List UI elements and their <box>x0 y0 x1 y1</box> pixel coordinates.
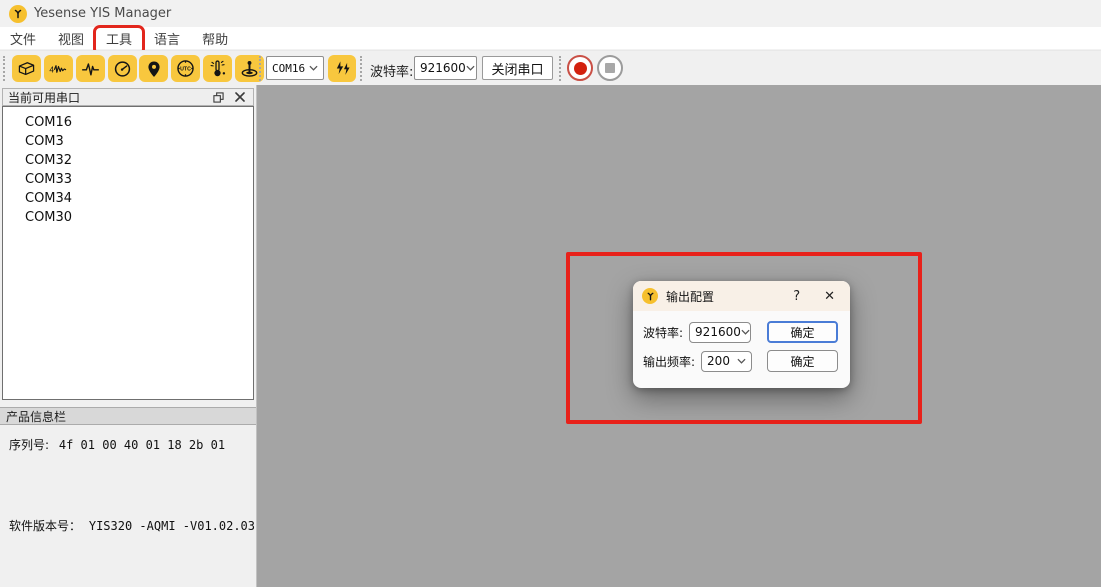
ports-panel-header: 当前可用串口 <box>2 88 254 106</box>
com-port-select[interactable]: COM16 <box>266 56 324 80</box>
waveform-pulse-icon[interactable] <box>76 55 105 82</box>
dialog-frequency-value: 200 <box>707 354 730 368</box>
list-item-com-port[interactable]: COM3 <box>3 132 253 151</box>
dialog-frequency-label: 输出频率: <box>643 353 695 370</box>
dialog-baud-label: 波特率: <box>643 324 683 341</box>
workspace: 输出配置 ? ✕ 波特率: 921600 确定 输出频率: 200 确定 <box>257 85 1101 587</box>
dialog-baud-value: 921600 <box>695 325 741 339</box>
stop-button[interactable] <box>597 55 623 81</box>
baud-rate-select[interactable]: 921600 <box>414 56 477 80</box>
software-version-row: 软件版本号： YIS320 -AQMI -V01.02.03; <box>9 517 262 534</box>
menu-help[interactable]: 帮助 <box>193 27 237 50</box>
ports-panel-title: 当前可用串口 <box>8 89 204 106</box>
3d-model-icon[interactable] <box>12 55 41 82</box>
menubar: 文件 视图 工具 语言 帮助 <box>0 27 1101 50</box>
temperature-icon[interactable] <box>203 55 232 82</box>
dialog-help-button[interactable]: ? <box>787 289 806 304</box>
baud-rate-label: 波特率: <box>370 61 413 80</box>
dialog-app-icon <box>642 288 658 304</box>
utc-text: UTC <box>180 66 191 72</box>
chevron-down-icon <box>737 358 746 364</box>
record-icon <box>574 62 587 75</box>
gauge-icon[interactable] <box>108 55 137 82</box>
output-config-dialog: 输出配置 ? ✕ 波特率: 921600 确定 输出频率: 200 确定 <box>633 281 850 388</box>
com-port-value: COM16 <box>272 62 305 75</box>
dialog-baud-row: 波特率: 921600 确定 <box>643 321 838 343</box>
dialog-titlebar: 输出配置 ? ✕ <box>633 281 850 311</box>
chevron-down-icon <box>466 65 475 71</box>
dialog-frequency-row: 输出频率: 200 确定 <box>643 350 838 372</box>
dialog-frequency-confirm-button[interactable]: 确定 <box>767 350 838 372</box>
close-serial-port-button[interactable]: 关闭串口 <box>482 56 553 80</box>
record-button[interactable] <box>567 55 593 81</box>
app-logo-icon <box>9 5 27 23</box>
chevron-down-icon <box>741 329 750 335</box>
product-info-header: 产品信息栏 <box>0 407 256 425</box>
toolbar-drag-handle[interactable] <box>259 56 261 81</box>
left-dock-panel: 当前可用串口 COM16 COM3 COM32 COM33 COM34 COM3… <box>0 85 257 587</box>
serial-number-row: 序列号: 4f 01 00 40 01 18 2b 01 <box>9 436 225 453</box>
toolbar-drag-handle[interactable] <box>360 56 362 81</box>
float-panel-icon[interactable] <box>210 90 226 104</box>
window-titlebar: Yesense YIS Manager <box>0 0 1101 27</box>
software-version-value: YIS320 -AQMI -V01.02.03; <box>89 519 262 533</box>
menu-tools-label: 工具 <box>106 33 132 48</box>
serial-number-value: 4f 01 00 40 01 18 2b 01 <box>59 438 225 452</box>
stop-icon <box>605 63 615 73</box>
svg-text:4: 4 <box>49 64 54 74</box>
toolbar: 4 UTC COM16 波特率: 921600 关闭串口 <box>0 50 1101 85</box>
serial-number-label: 序列号: <box>9 438 49 452</box>
refresh-ports-button[interactable] <box>328 55 356 82</box>
software-version-label: 软件版本号： <box>9 519 81 533</box>
list-item-com-port[interactable]: COM33 <box>3 170 253 189</box>
window-title: Yesense YIS Manager <box>34 6 171 21</box>
close-panel-icon[interactable] <box>232 90 248 104</box>
menu-view[interactable]: 视图 <box>49 27 93 50</box>
waveform-angle-icon[interactable]: 4 <box>44 55 73 82</box>
menu-language[interactable]: 语言 <box>145 27 189 50</box>
list-item-com-port[interactable]: COM30 <box>3 208 253 227</box>
location-pin-icon[interactable] <box>139 55 168 82</box>
utc-clock-icon[interactable]: UTC <box>171 55 200 82</box>
chevron-down-icon <box>309 65 318 71</box>
com-port-list: COM16 COM3 COM32 COM33 COM34 COM30 <box>2 106 254 400</box>
main-area: 当前可用串口 COM16 COM3 COM32 COM33 COM34 COM3… <box>0 85 1101 587</box>
toolbar-drag-handle[interactable] <box>3 56 5 81</box>
list-item-com-port[interactable]: COM32 <box>3 151 253 170</box>
list-item-com-port[interactable]: COM16 <box>3 113 253 132</box>
menu-file[interactable]: 文件 <box>1 27 45 50</box>
dialog-close-button[interactable]: ✕ <box>820 289 839 304</box>
toolbar-drag-handle[interactable] <box>559 56 561 81</box>
menu-tools[interactable]: 工具 <box>97 27 141 50</box>
product-info-title: 产品信息栏 <box>6 408 66 425</box>
dialog-title: 输出配置 <box>666 288 714 305</box>
list-item-com-port[interactable]: COM34 <box>3 189 253 208</box>
dialog-baud-confirm-button[interactable]: 确定 <box>767 321 838 343</box>
baud-rate-value: 921600 <box>420 61 466 75</box>
dialog-frequency-select[interactable]: 200 <box>701 351 752 372</box>
dialog-baud-select[interactable]: 921600 <box>689 322 751 343</box>
